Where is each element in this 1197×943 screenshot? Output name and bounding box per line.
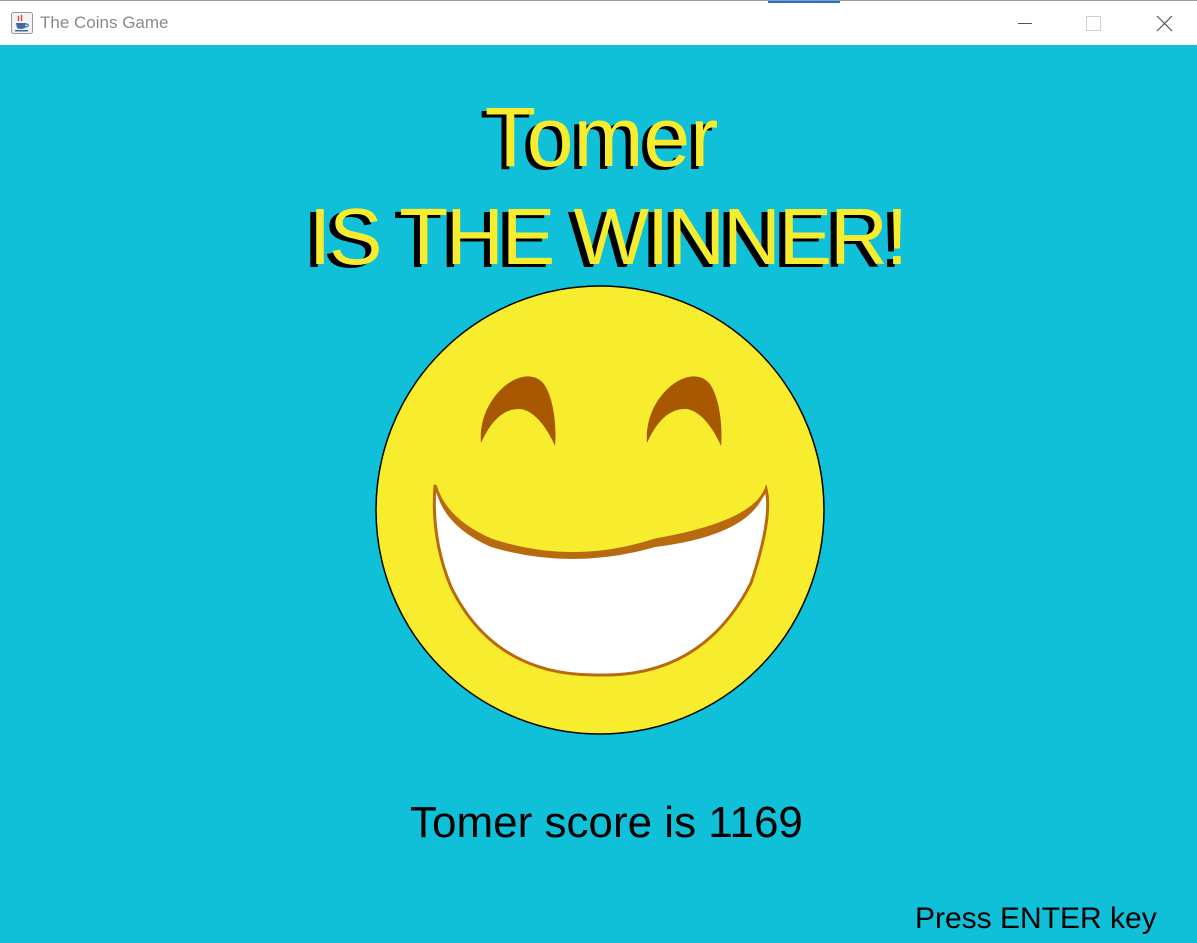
game-canvas[interactable]: Tomer IS THE WINNER! Tomer score is 1169… [0,45,1197,943]
press-enter-hint: Press ENTER key [915,902,1157,935]
title-bar[interactable]: The Coins Game [0,0,1197,45]
winner-name: Tomer [484,90,719,184]
maximize-icon [1086,16,1101,31]
close-button[interactable] [1141,1,1187,46]
java-cup-icon[interactable] [11,12,33,34]
winner-message: IS THE WINNER! [308,192,908,281]
window-title: The Coins Game [40,13,169,32]
minimize-icon [1018,23,1032,24]
close-icon [1156,15,1173,32]
laughing-smiley-icon [375,285,825,735]
maximize-button[interactable] [1070,1,1116,46]
minimize-button[interactable] [1001,1,1047,46]
focus-indicator [768,1,840,3]
score-text: Tomer score is 1169 [410,798,803,847]
game-window: The Coins Game Tomer IS THE WINNER! Tome… [0,0,1197,943]
